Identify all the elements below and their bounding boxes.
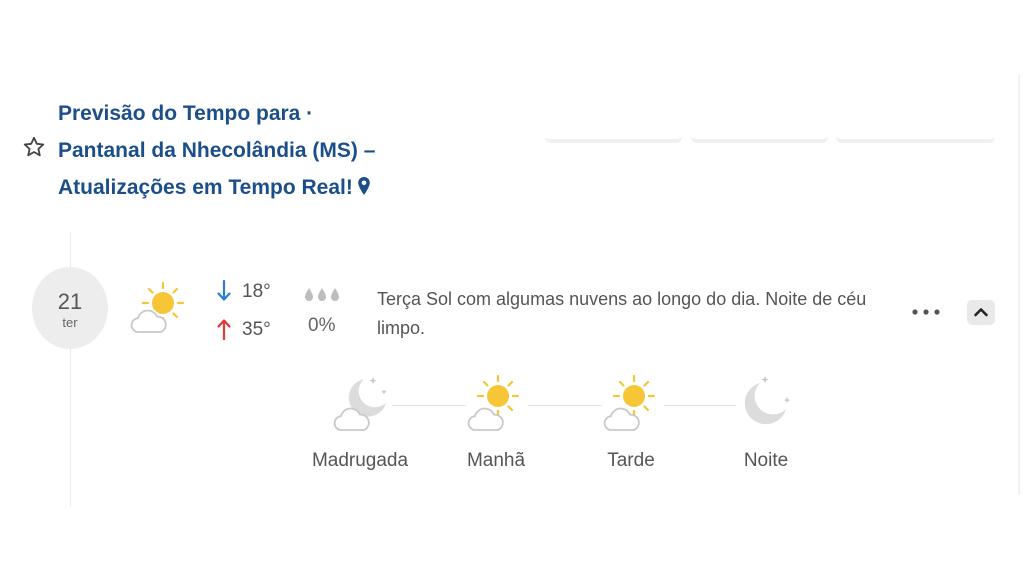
collapse-button[interactable] — [967, 300, 995, 325]
temp-min: 18° — [242, 281, 271, 302]
title-line-3: Atualizações em Tempo Real! — [58, 169, 438, 206]
periods-connector-line — [360, 405, 770, 406]
period-label-noite: Noite — [743, 450, 789, 471]
sun-behind-cloud-icon — [130, 281, 185, 333]
sun-cloud-icon — [602, 373, 664, 433]
header-tab[interactable] — [836, 95, 995, 143]
raindrops-icon — [305, 288, 339, 301]
page-edge — [1018, 75, 1020, 495]
period-label-manha: Manhã — [466, 450, 526, 471]
arrow-down-icon — [217, 280, 231, 301]
precip-chance: 0% — [308, 315, 336, 336]
period-label-madrugada: Madrugada — [311, 450, 409, 471]
sun-cloud-icon — [466, 373, 528, 433]
map-pin-icon[interactable] — [357, 176, 371, 196]
header-tab[interactable] — [545, 95, 682, 143]
arrow-up-icon — [217, 319, 231, 340]
date-number: 21 — [57, 289, 83, 314]
date-weekday: ter — [62, 315, 78, 330]
title-line-1: Previsão do Tempo para · — [58, 102, 314, 125]
moon-stars-icon — [736, 373, 798, 433]
title-line-2: Pantanal da Nhecolândia (MS) – — [58, 139, 376, 162]
date-badge: 21 ter — [32, 267, 108, 349]
day-description: Terça Sol com algumas nuvens ao longo do… — [377, 289, 867, 338]
chevron-up-icon — [974, 308, 988, 317]
page-title: Previsão do Tempo para · Pantanal da Nhe… — [58, 95, 438, 206]
more-options-icon[interactable] — [908, 298, 944, 326]
star-outline-icon[interactable] — [22, 135, 46, 159]
temp-max: 35° — [242, 319, 271, 340]
period-label-tarde: Tarde — [607, 450, 655, 471]
header-tab[interactable] — [691, 95, 828, 143]
moon-cloud-icon — [330, 373, 392, 433]
